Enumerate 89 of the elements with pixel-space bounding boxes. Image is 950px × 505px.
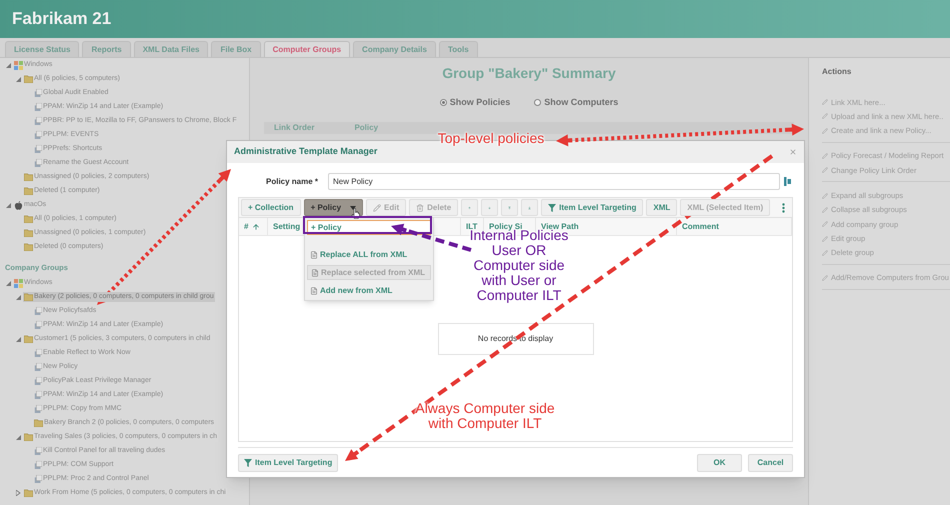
filter-icon <box>244 459 252 467</box>
column-header: Policy <box>354 122 378 134</box>
expanded-caret-icon[interactable] <box>6 202 11 208</box>
expanded-caret-icon[interactable] <box>6 280 11 286</box>
expanded-caret-icon[interactable] <box>16 336 21 342</box>
radio-button[interactable] <box>534 99 542 106</box>
column-header[interactable]: # <box>239 218 268 235</box>
tab[interactable]: License Status <box>5 41 80 57</box>
folder-icon <box>24 75 33 83</box>
document-icon <box>34 377 42 385</box>
actions-title: Actions <box>822 66 852 78</box>
dialog-title: Administrative Template Manager <box>234 145 378 158</box>
column-header: Link Order <box>274 122 314 134</box>
annotation-label: Top-level policies <box>436 131 546 146</box>
document-icon <box>34 349 42 357</box>
document-icon <box>34 405 42 413</box>
sort-arrow-icon <box>252 222 260 230</box>
menu-item[interactable]: Add new from XML <box>307 283 431 298</box>
summary-title: Group "Bakery" Summary <box>442 64 616 82</box>
field-label: Policy name * <box>266 176 320 188</box>
document-icon <box>34 461 42 469</box>
tab[interactable]: File Box <box>211 41 261 57</box>
pencil-icon <box>822 113 828 120</box>
pencil-icon <box>822 236 828 242</box>
expanded-caret-icon[interactable] <box>16 76 21 82</box>
arrow-to-top-icon <box>508 204 512 212</box>
toolbar-button[interactable]: XML <box>646 199 678 216</box>
pencil-icon <box>822 99 828 106</box>
pencil-icon <box>822 167 828 174</box>
apple-icon <box>14 200 23 210</box>
pencil-icon <box>822 206 828 213</box>
pencil-icon <box>822 153 828 160</box>
pencil-icon <box>822 250 828 256</box>
caret-icon <box>350 206 356 210</box>
document-icon <box>310 286 318 294</box>
document-icon <box>310 250 318 258</box>
document-icon <box>34 131 42 139</box>
document-icon <box>34 117 42 125</box>
dialog-button[interactable]: OK <box>697 454 742 472</box>
column-header[interactable]: Comment <box>677 218 792 235</box>
radio-option[interactable]: Show Computers <box>534 96 618 110</box>
tab[interactable]: XML Data Files <box>134 41 208 57</box>
filter-icon <box>548 204 556 212</box>
expanded-caret-icon[interactable] <box>16 294 21 300</box>
document-icon <box>34 447 42 455</box>
tab[interactable]: Tools <box>438 41 478 57</box>
radio-option[interactable]: Show Policies <box>440 96 510 110</box>
document-icon <box>34 89 42 97</box>
filter-button[interactable]: Item Level Targeting <box>541 199 644 216</box>
pencil-icon <box>822 275 828 282</box>
app-title: Fabrikam 21 <box>12 8 112 30</box>
document-icon <box>34 159 42 167</box>
close-icon <box>789 148 797 156</box>
collapsed-caret-icon[interactable] <box>16 490 21 496</box>
radio-button[interactable] <box>440 99 447 106</box>
pencil-icon <box>822 192 828 199</box>
kebab-menu-icon <box>782 202 785 212</box>
tab[interactable]: Reports <box>82 41 131 57</box>
expanded-caret-icon[interactable] <box>6 62 11 68</box>
folder-icon <box>24 293 33 301</box>
document-icon <box>34 307 42 315</box>
document-icon <box>34 321 42 329</box>
windows-logo-icon <box>14 278 23 288</box>
trash-icon <box>416 204 424 212</box>
cursor-icon <box>351 208 360 219</box>
document-icon <box>311 268 319 276</box>
dialog-button[interactable]: Cancel <box>748 454 793 472</box>
document-icon <box>34 145 42 153</box>
document-icon <box>34 363 42 371</box>
document-icon <box>34 103 42 111</box>
tab[interactable]: Computer Groups <box>264 41 350 57</box>
toolbar-button[interactable]: + Collection <box>241 199 301 216</box>
pencil-icon <box>373 204 382 212</box>
document-icon <box>34 391 42 399</box>
folder-icon <box>24 335 33 343</box>
document-icon <box>34 475 42 483</box>
close-button[interactable] <box>789 148 797 156</box>
menu-item[interactable]: Replace ALL from XML <box>307 247 431 262</box>
tab[interactable]: Company Details <box>353 41 436 57</box>
windows-logo-icon <box>14 60 23 70</box>
filter-button[interactable]: Item Level Targeting <box>238 454 338 472</box>
policy-name-field[interactable]: New Policy <box>328 173 780 190</box>
pencil-icon <box>822 128 828 134</box>
pencil-icon <box>822 221 828 228</box>
field-icon[interactable] <box>784 177 791 186</box>
dropdown-button[interactable]: + Policy <box>304 199 364 216</box>
arrow-to-bottom-icon <box>528 204 532 212</box>
folder-icon <box>24 489 33 497</box>
expanded-caret-icon[interactable] <box>16 434 21 440</box>
